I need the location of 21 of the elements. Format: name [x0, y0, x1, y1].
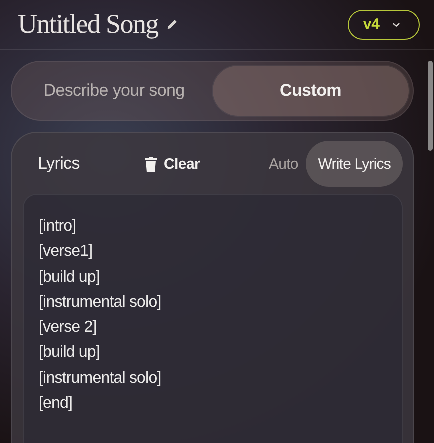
- mode-tab[interactable]: Describe your song: [16, 66, 212, 116]
- lyrics-mode-tab[interactable]: Write Lyrics: [306, 141, 403, 187]
- chevron-down-icon: [392, 22, 401, 28]
- song-title: Untitled Song: [18, 9, 158, 40]
- version-dropdown[interactable]: v4: [348, 10, 420, 40]
- lyric-line: [end]: [39, 394, 74, 414]
- lyric-line: [verse1]: [39, 242, 94, 262]
- lyric-line: [verse 2]: [39, 318, 98, 338]
- lyric-line: [build up]: [39, 343, 101, 364]
- lyrics-mode-tab[interactable]: Auto: [261, 141, 306, 187]
- lyric-line: [intro]: [39, 217, 78, 237]
- lyrics-label: Lyrics: [38, 154, 81, 174]
- lyric-line: [instrumental solo]: [39, 368, 162, 389]
- lyrics-field[interactable]: [intro] [verse1] [build up] [instrumental solo] [verse 2] [build up] [instrumental solo] [end]: [23, 194, 403, 443]
- lyric-line: [build up]: [39, 268, 101, 288]
- clear-button[interactable]: Clear: [144, 156, 200, 172]
- mode-tab[interactable]: Custom: [212, 66, 409, 116]
- lyric-line: [instrumental solo]: [39, 292, 162, 313]
- trash-icon: [144, 156, 158, 172]
- scrollbar[interactable]: [428, 61, 433, 151]
- pencil-icon[interactable]: [166, 18, 180, 31]
